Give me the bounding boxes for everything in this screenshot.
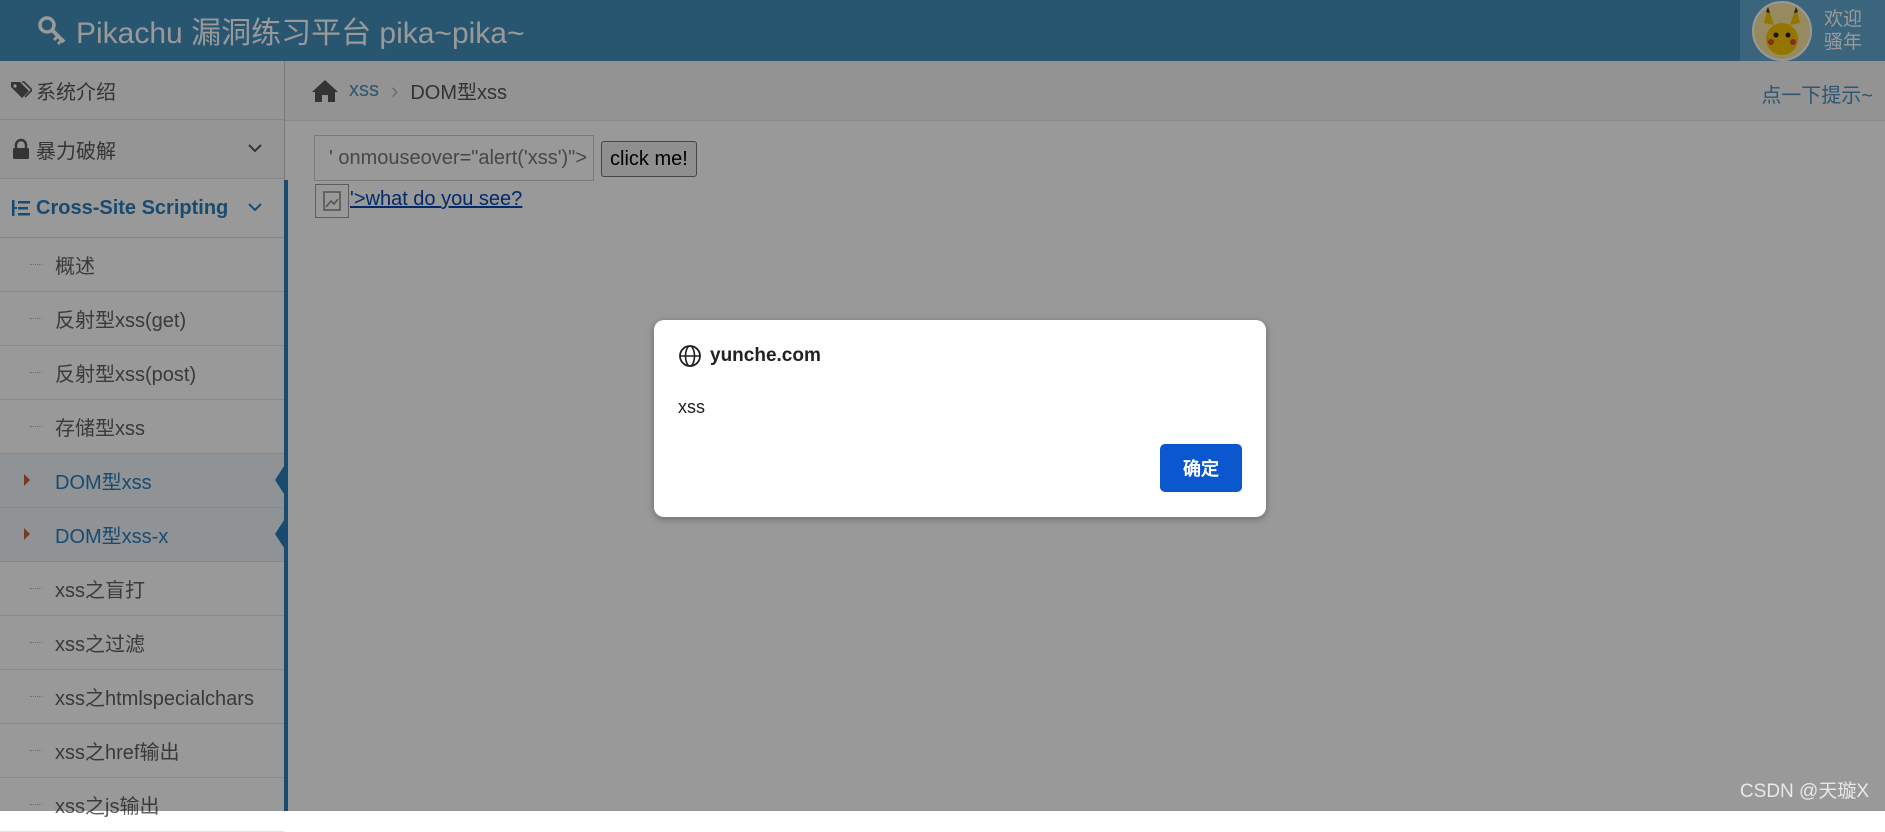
ok-button[interactable]: 确定 <box>1160 444 1242 492</box>
alert-dialog: yunche.com xss 确定 <box>654 320 1266 517</box>
dialog-origin: yunche.com <box>678 344 821 368</box>
watermark: CSDN @天璇X <box>1739 781 1869 802</box>
dialog-origin-text: yunche.com <box>710 345 821 366</box>
globe-icon <box>679 345 701 367</box>
dialog-message: xss <box>678 397 705 417</box>
